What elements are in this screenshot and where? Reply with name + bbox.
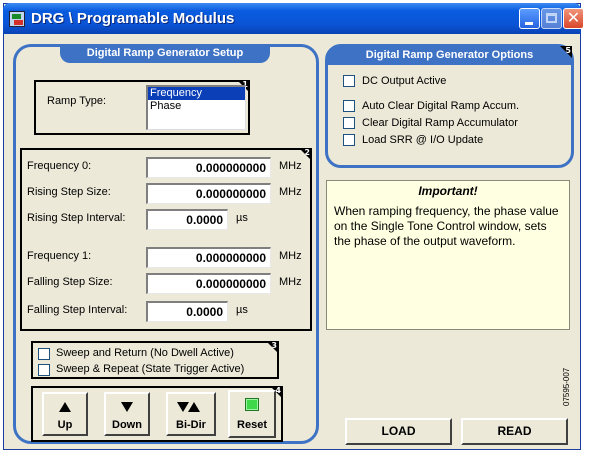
frequency-0-unit: MHz	[279, 160, 302, 172]
ramp-down-button[interactable]: Down	[104, 392, 150, 436]
options-group-title: Digital Ramp Generator Options	[327, 46, 572, 65]
ramp-type-label: Ramp Type:	[47, 95, 107, 107]
ramp-up-label: Up	[57, 419, 73, 431]
rising-step-size-unit: MHz	[279, 186, 302, 198]
minimize-icon	[525, 22, 533, 25]
rising-step-size-field[interactable]: 0.000000000	[146, 183, 271, 204]
read-button[interactable]: READ	[461, 418, 568, 445]
ramp-reset-button[interactable]: Reset	[228, 390, 276, 438]
dc-output-checkbox[interactable]	[343, 75, 355, 87]
ramp-up-button[interactable]: Up	[42, 392, 88, 436]
rising-step-size-label: Rising Step Size:	[27, 186, 111, 198]
falling-step-size-field[interactable]: 0.000000000	[146, 273, 271, 294]
minimize-button[interactable]	[519, 8, 540, 29]
figure-code: 07595-007	[562, 367, 571, 406]
ramp-option-phase[interactable]: Phase	[148, 100, 245, 113]
ramp-type-listbox[interactable]: Frequency Phase	[146, 85, 246, 130]
sweep-return-checkbox[interactable]	[38, 348, 50, 360]
important-note-heading: Important!	[418, 184, 478, 198]
ramp-reset-label: Reset	[237, 419, 267, 431]
rising-step-interval-field[interactable]: 0.0000	[146, 209, 228, 230]
falling-step-interval-unit: µs	[236, 304, 248, 316]
maximize-button[interactable]	[541, 8, 562, 29]
falling-step-size-unit: MHz	[279, 276, 302, 288]
important-note-text: When ramping frequency, the phase value …	[334, 204, 559, 248]
app-icon	[9, 11, 25, 27]
frequency-1-unit: MHz	[279, 250, 302, 262]
clear-accumulator-checkbox[interactable]	[343, 117, 355, 129]
clear-accumulator-label: Clear Digital Ramp Accumulator	[362, 117, 518, 129]
load-button[interactable]: LOAD	[345, 418, 452, 445]
important-note-panel	[326, 180, 570, 330]
ramp-option-frequency[interactable]: Frequency	[148, 87, 245, 100]
sweep-return-label: Sweep and Return (No Dwell Active)	[56, 347, 234, 359]
sweep-repeat-checkbox[interactable]	[38, 364, 50, 376]
auto-clear-label: Auto Clear Digital Ramp Accum.	[362, 100, 520, 112]
close-icon: ✕	[566, 8, 581, 27]
arrow-up-icon	[59, 402, 71, 412]
frequency-1-label: Frequency 1:	[27, 250, 92, 262]
frequency-0-field[interactable]: 0.000000000	[146, 157, 271, 178]
frequency-1-field[interactable]: 0.000000000	[146, 247, 271, 268]
ramp-bidir-label: Bi-Dir	[176, 419, 206, 431]
falling-step-interval-label: Falling Step Interval:	[27, 304, 128, 316]
dc-output-label: DC Output Active	[362, 75, 447, 87]
rising-step-interval-unit: µs	[236, 212, 248, 224]
load-srr-checkbox[interactable]	[343, 134, 355, 146]
setup-group-title: Digital Ramp Generator Setup	[60, 44, 270, 63]
sweep-repeat-label: Sweep & Repeat (State Trigger Active)	[56, 363, 245, 375]
ramp-bidir-button[interactable]: Bi-Dir	[166, 392, 216, 436]
frequency-0-label: Frequency 0:	[27, 160, 92, 172]
rising-step-interval-label: Rising Step Interval:	[27, 212, 126, 224]
window-title: DRG \ Programable Modulus	[31, 10, 235, 27]
green-led-icon	[245, 398, 259, 411]
falling-step-size-label: Falling Step Size:	[27, 276, 113, 288]
load-srr-label: Load SRR @ I/O Update	[362, 134, 484, 146]
auto-clear-checkbox[interactable]	[343, 100, 355, 112]
bidirectional-arrow-icon	[177, 402, 205, 413]
close-button[interactable]: ✕	[563, 8, 584, 29]
maximize-icon	[546, 13, 557, 23]
ramp-down-label: Down	[112, 419, 142, 431]
arrow-down-icon	[121, 402, 133, 412]
falling-step-interval-field[interactable]: 0.0000	[146, 301, 228, 322]
